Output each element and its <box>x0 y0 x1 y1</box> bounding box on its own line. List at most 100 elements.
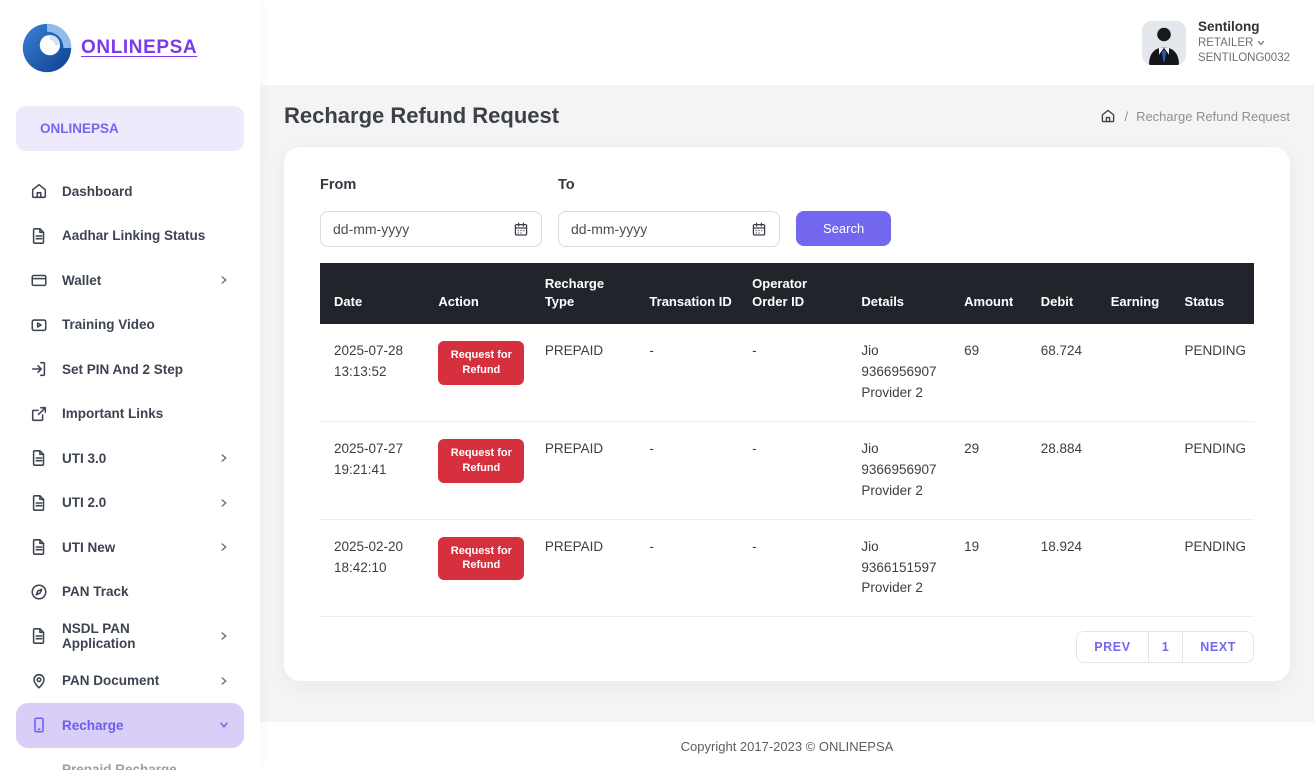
external-link-icon <box>30 405 48 423</box>
chevron-right-icon <box>218 274 230 286</box>
col-earning: Earning <box>1101 263 1175 324</box>
user-name: Sentilong <box>1198 19 1290 36</box>
chevron-down-icon <box>1256 38 1266 48</box>
sidebar-item-pan-track[interactable]: PAN Track <box>16 570 244 615</box>
brand-logo-text: ONLINEPSA <box>81 37 197 59</box>
chevron-down-icon <box>218 719 230 731</box>
file-icon <box>30 449 48 467</box>
to-date-input[interactable]: dd-mm-yyyy <box>558 211 780 247</box>
refund-card: From dd-mm-yyyy To dd-mm-yyyy <box>284 147 1290 681</box>
sidebar-item-important-links[interactable]: Important Links <box>16 392 244 437</box>
file-icon <box>30 494 48 512</box>
sidebar-item-label: UTI New <box>62 540 115 555</box>
sidebar-item-label: PAN Track <box>62 584 129 599</box>
sidebar-item-set-pin[interactable]: Set PIN And 2 Step <box>16 347 244 392</box>
status-badge: PENDING <box>1175 421 1254 519</box>
chevron-right-icon <box>218 675 230 687</box>
request-refund-button[interactable]: Request for Refund <box>438 341 524 385</box>
sidebar-item-label: Wallet <box>62 273 101 288</box>
from-date-group: From dd-mm-yyyy <box>320 177 542 247</box>
to-date-placeholder: dd-mm-yyyy <box>571 221 647 237</box>
sidebar-item-aadhar-linking-status[interactable]: Aadhar Linking Status <box>16 214 244 259</box>
sidebar-item-wallet[interactable]: Wallet <box>16 258 244 303</box>
breadcrumb: / Recharge Refund Request <box>1100 108 1290 124</box>
wallet-icon <box>30 271 48 289</box>
table-header: Date Action Recharge Type Transation ID … <box>320 263 1254 324</box>
pagination: PREV 1 NEXT <box>320 631 1254 663</box>
pagination-prev-button[interactable]: PREV <box>1077 632 1148 662</box>
sidebar-item-label: Dashboard <box>62 184 133 199</box>
calendar-icon[interactable] <box>513 221 529 237</box>
col-status: Status <box>1175 263 1254 324</box>
user-menu[interactable]: Sentilong RETAILER SENTILONG0032 <box>1142 19 1290 66</box>
video-icon <box>30 316 48 334</box>
chevron-right-icon <box>218 630 230 642</box>
file-icon <box>30 627 48 645</box>
sidebar-item-recharge[interactable]: Recharge <box>16 703 244 748</box>
user-id: SENTILONG0032 <box>1198 51 1290 66</box>
sidebar-menu: Dashboard Aadhar Linking Status Wallet <box>0 155 260 770</box>
sidebar-brand-badge: ONLINEPSA <box>16 106 244 151</box>
footer: Copyright 2017-2023 © ONLINEPSA <box>260 722 1314 770</box>
col-debit: Debit <box>1031 263 1101 324</box>
home-icon <box>30 182 48 200</box>
col-action: Action <box>428 263 534 324</box>
sidebar-item-label: NSDL PAN Application <box>62 621 204 651</box>
app-root: ONLINEPSA ONLINEPSA Dashboard Aadhar Lin… <box>0 0 1314 770</box>
page-content: Recharge Refund Request / Recharge Refun… <box>260 85 1314 722</box>
from-date-placeholder: dd-mm-yyyy <box>333 221 409 237</box>
table-row: 2025-07-2813:13:52 Request for Refund PR… <box>320 324 1254 421</box>
sidebar-item-uti-3[interactable]: UTI 3.0 <box>16 436 244 481</box>
sidebar-item-label: PAN Document <box>62 673 159 688</box>
sidebar-item-dashboard[interactable]: Dashboard <box>16 169 244 214</box>
col-transation-id: Transation ID <box>639 263 742 324</box>
sidebar-item-label: Prepaid Recharge <box>62 762 177 770</box>
sidebar-item-label: Aadhar Linking Status <box>62 228 205 243</box>
sidebar-item-prepaid-recharge[interactable]: Prepaid Recharge <box>16 748 244 770</box>
user-meta: Sentilong RETAILER SENTILONG0032 <box>1198 19 1290 66</box>
chevron-right-icon <box>218 541 230 553</box>
page-head: Recharge Refund Request / Recharge Refun… <box>284 103 1290 129</box>
file-icon <box>30 227 48 245</box>
copyright-text: Copyright 2017-2023 © ONLINEPSA <box>681 739 894 754</box>
topbar: Sentilong RETAILER SENTILONG0032 <box>260 0 1314 85</box>
sidebar-item-training-video[interactable]: Training Video <box>16 303 244 348</box>
from-date-input[interactable]: dd-mm-yyyy <box>320 211 542 247</box>
smartphone-icon <box>30 716 48 734</box>
from-label: From <box>320 177 542 193</box>
request-refund-button[interactable]: Request for Refund <box>438 439 524 483</box>
sidebar-item-label: Set PIN And 2 Step <box>62 362 183 377</box>
brand-logo[interactable]: ONLINEPSA <box>0 0 260 96</box>
search-button[interactable]: Search <box>796 211 891 246</box>
to-date-group: To dd-mm-yyyy <box>558 177 780 247</box>
user-role[interactable]: RETAILER <box>1198 36 1290 51</box>
compass-icon <box>30 583 48 601</box>
sidebar-item-label: Important Links <box>62 406 163 421</box>
sidebar-item-uti-new[interactable]: UTI New <box>16 525 244 570</box>
table-row: 2025-07-2719:21:41 Request for Refund PR… <box>320 421 1254 519</box>
login-icon <box>30 360 48 378</box>
calendar-icon[interactable] <box>751 221 767 237</box>
sidebar-item-pan-document[interactable]: PAN Document <box>16 659 244 704</box>
pagination-next-button[interactable]: NEXT <box>1183 632 1253 662</box>
col-recharge-type: Recharge Type <box>535 263 640 324</box>
sidebar: ONLINEPSA ONLINEPSA Dashboard Aadhar Lin… <box>0 0 260 770</box>
avatar[interactable] <box>1142 21 1186 65</box>
col-amount: Amount <box>954 263 1031 324</box>
filters: From dd-mm-yyyy To dd-mm-yyyy <box>320 177 1254 247</box>
home-icon[interactable] <box>1100 108 1116 124</box>
refund-table: Date Action Recharge Type Transation ID … <box>320 263 1254 617</box>
sidebar-item-label: UTI 2.0 <box>62 495 106 510</box>
pagination-page-1-button[interactable]: 1 <box>1149 632 1184 662</box>
map-pin-icon <box>30 672 48 690</box>
file-icon <box>30 538 48 556</box>
col-date: Date <box>320 263 428 324</box>
sidebar-item-nsdl-pan-application[interactable]: NSDL PAN Application <box>16 614 244 659</box>
page-title: Recharge Refund Request <box>284 103 559 129</box>
col-operator-order-id: Operator Order ID <box>742 263 851 324</box>
status-badge: PENDING <box>1175 324 1254 421</box>
sidebar-item-label: Recharge <box>62 718 124 733</box>
brand-swirl-icon <box>18 19 76 77</box>
sidebar-item-uti-2[interactable]: UTI 2.0 <box>16 481 244 526</box>
request-refund-button[interactable]: Request for Refund <box>438 537 524 581</box>
